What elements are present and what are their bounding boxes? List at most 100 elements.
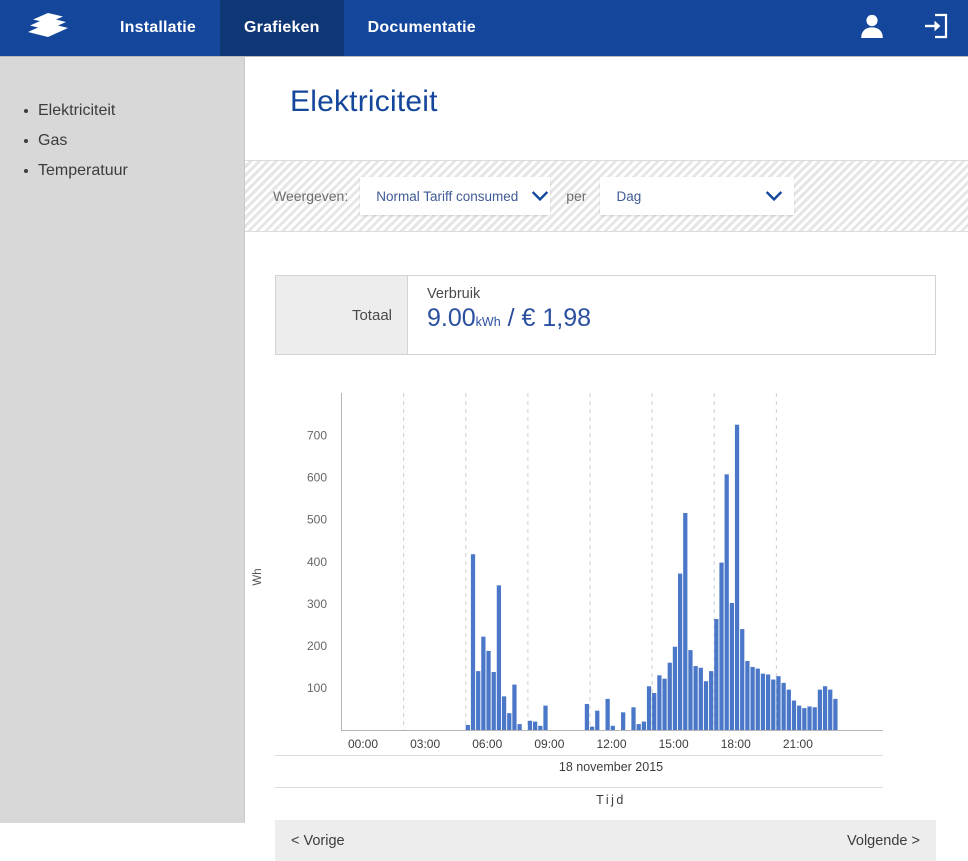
chart-bar	[538, 725, 543, 730]
nav-tab-installatie[interactable]: Installatie	[96, 0, 220, 56]
totals-row-label: Totaal	[351, 306, 392, 324]
chart-bar	[491, 671, 496, 730]
chart-bar	[595, 710, 600, 730]
chart-bar	[517, 724, 522, 730]
totals-energy-unit: kWh	[475, 315, 501, 329]
chart-bar	[507, 713, 512, 730]
chart-bar	[533, 721, 538, 730]
totals-value-row: 9.00kWh / € 1,98	[427, 303, 935, 337]
chart-bar	[750, 666, 755, 730]
user-icon	[859, 12, 885, 45]
chart-bar	[584, 703, 590, 730]
chart-date-label: 18 november 2015	[559, 760, 663, 774]
totals-separator: /	[507, 304, 515, 332]
sidebar-item-gas[interactable]: Gas	[24, 131, 244, 150]
nav-tab-grafieken[interactable]: Grafieken	[220, 0, 344, 56]
chart-x-tick-label: 06:00	[472, 737, 502, 751]
chart-bar	[631, 707, 636, 730]
sidebar-nav-list: Elektriciteit Gas Temperatuur	[0, 101, 244, 180]
chart-y-tick-label: 600	[307, 471, 327, 485]
chart-y-tick-label: 200	[307, 639, 327, 653]
chevron-down-icon	[766, 190, 783, 202]
chart-bar	[791, 700, 797, 730]
chart-x-tick-labels: 00:00 03:00 06:00 09:00 12:00 15:00 18:00 21:00	[348, 737, 813, 751]
chart-bar	[527, 720, 533, 730]
chart-bar	[486, 650, 491, 730]
weergeven-label: Weergeven:	[273, 188, 349, 204]
nav-tab-grafieken-label: Grafieken	[244, 19, 320, 36]
chart-bar	[745, 661, 750, 730]
period-select-value: Dag	[616, 188, 642, 204]
chart-x-tick-label: 03:00	[410, 737, 440, 751]
metric-select[interactable]: Normal Tariff consumed	[360, 177, 551, 215]
chart-bar	[481, 636, 486, 730]
chart-bar	[714, 618, 719, 730]
chart-x-tick-label: 21:00	[783, 737, 813, 751]
chart-y-tick-label: 700	[307, 429, 327, 443]
chart-bar	[698, 667, 703, 730]
chart-bar	[512, 684, 517, 730]
chart-bar	[703, 681, 709, 730]
chart-bar	[476, 671, 481, 730]
period-select[interactable]: Dag	[600, 177, 795, 215]
chart-x-tick-label: 12:00	[596, 737, 626, 751]
chart-bar	[755, 668, 760, 730]
chart-svg: 100 200 300 400 500 600 700 00:00 03:00 06:00 09:…	[252, 393, 883, 807]
page-title: Elektriciteit	[290, 85, 438, 118]
chart-bar	[657, 675, 662, 730]
chart-bar	[797, 705, 802, 730]
user-account-button[interactable]	[842, 0, 902, 56]
chart-bar	[760, 673, 766, 730]
totals-card: Totaal Verbruik 9.00kWh / € 1,98	[275, 275, 936, 355]
chart-bar	[724, 474, 729, 730]
chart-x-tick-label: 18:00	[721, 737, 751, 751]
per-label: per	[566, 188, 587, 204]
chart-bar	[817, 689, 823, 730]
logout-button[interactable]	[902, 0, 968, 56]
chart-bar	[621, 712, 626, 730]
chart-bar	[807, 706, 812, 730]
chart-x-tick-label: 00:00	[348, 737, 378, 751]
chart-bar	[641, 721, 646, 730]
chart-bar	[786, 689, 791, 730]
chart-bar	[652, 692, 657, 730]
totals-energy-value: 9.00	[427, 304, 476, 332]
chart-bar	[822, 686, 828, 730]
chart-bar	[543, 705, 548, 730]
chart-bar	[709, 671, 714, 730]
chart-bar	[672, 646, 678, 730]
metric-select-value: Normal Tariff consumed	[376, 188, 519, 204]
totals-cost-value: € 1,98	[521, 304, 592, 332]
waves-logo-icon	[24, 11, 72, 46]
pagination-bar: < Vorige Volgende >	[275, 820, 936, 861]
nav-tab-installatie-label: Installatie	[120, 19, 197, 36]
next-button[interactable]: Volgende >	[847, 833, 920, 849]
chart-bar	[693, 666, 698, 730]
chart-y-axis-title: Wh	[252, 568, 264, 585]
chart-bar	[740, 629, 745, 730]
previous-button[interactable]: < Vorige	[291, 833, 345, 849]
totals-values-cell: Verbruik 9.00kWh / € 1,98	[408, 276, 935, 354]
chart-bar	[465, 724, 470, 730]
sidebar-item-label: Elektriciteit	[38, 102, 116, 119]
sidebar-item-label: Temperatuur	[38, 162, 128, 179]
nav-tab-documentatie-label: Documentatie	[367, 19, 476, 36]
chart-bar	[828, 689, 833, 730]
chart-bar	[771, 679, 776, 730]
chart-bar	[605, 698, 610, 730]
chart-x-tick-label: 15:00	[659, 737, 689, 751]
chart-bar	[667, 662, 672, 730]
sidebar-item-temperatuur[interactable]: Temperatuur	[24, 161, 244, 180]
sidebar-item-label: Gas	[38, 132, 68, 149]
chart-y-tick-label: 100	[307, 681, 327, 695]
chart-y-tick-label: 500	[307, 513, 327, 527]
chart-bar	[734, 424, 740, 730]
nav-tab-documentatie[interactable]: Documentatie	[344, 0, 500, 56]
chart-y-tick-label: 300	[307, 597, 327, 611]
chart-bar	[677, 573, 683, 730]
sidebar-item-elektriciteit[interactable]: Elektriciteit	[24, 101, 244, 120]
logout-icon	[922, 13, 948, 44]
chevron-down-icon	[532, 190, 549, 202]
app-logo[interactable]	[0, 0, 96, 56]
chart-bar	[610, 725, 615, 730]
